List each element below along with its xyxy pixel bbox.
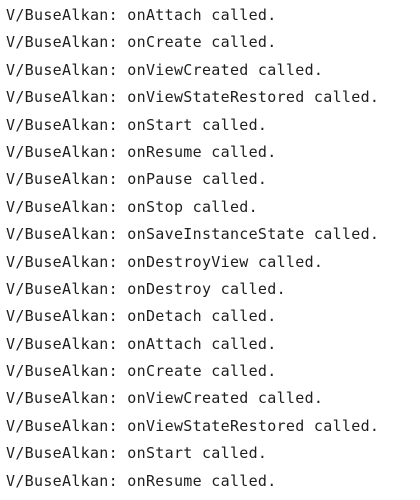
log-line: V/BuseAlkan: onCreate called.	[6, 362, 277, 381]
log-line: V/BuseAlkan: onDetach called.	[6, 307, 277, 326]
log-line: V/BuseAlkan: onViewStateRestored called.	[6, 88, 380, 107]
log-line: V/BuseAlkan: onStart called.	[6, 115, 268, 134]
log-line: V/BuseAlkan: onViewCreated called.	[6, 60, 324, 79]
log-line: V/BuseAlkan: onAttach called.	[6, 334, 277, 353]
log-line: V/BuseAlkan: onResume called.	[6, 471, 277, 490]
log-line: V/BuseAlkan: onPause called.	[6, 170, 268, 189]
log-line: V/BuseAlkan: onViewStateRestored called.	[6, 416, 380, 435]
log-line: V/BuseAlkan: onViewCreated called.	[6, 389, 324, 408]
log-line: V/BuseAlkan: onCreate called.	[6, 33, 277, 52]
log-line: V/BuseAlkan: onDestroyView called.	[6, 252, 324, 271]
logcat-output: V/BuseAlkan: onAttach called. V/BuseAlka…	[0, 0, 420, 500]
log-line: V/BuseAlkan: onStart called.	[6, 444, 268, 463]
log-line: V/BuseAlkan: onStop called.	[6, 197, 258, 216]
log-line: V/BuseAlkan: onAttach called.	[6, 6, 277, 24]
log-line: V/BuseAlkan: onDestroy called.	[6, 279, 286, 298]
log-line: V/BuseAlkan: onResume called.	[6, 142, 277, 161]
log-line: V/BuseAlkan: onSaveInstanceState called.	[6, 225, 380, 244]
